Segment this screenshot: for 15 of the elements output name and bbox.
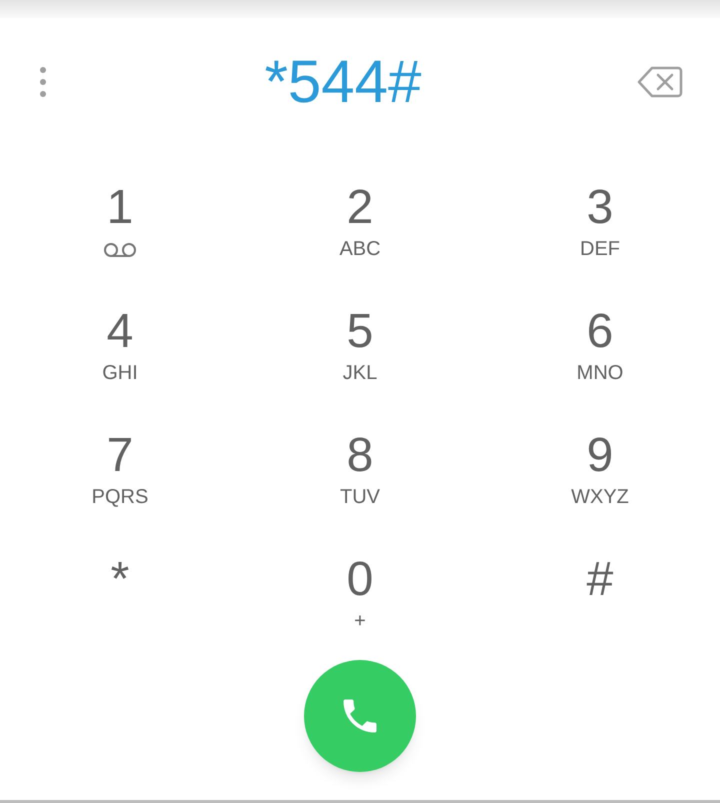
dial-key[interactable]: # (586, 556, 614, 604)
dial-key[interactable]: 1 (102, 184, 138, 258)
dial-key[interactable]: * (110, 556, 130, 604)
voicemail-icon (104, 243, 136, 257)
backspace-icon[interactable] (636, 64, 684, 100)
dial-key[interactable]: 3 DEF (580, 184, 620, 259)
dial-key[interactable]: 0 + (346, 556, 374, 631)
dial-key[interactable]: 7 PQRS (92, 432, 148, 507)
dial-key[interactable]: 8 TUV (340, 432, 380, 507)
dial-key[interactable]: 4 GHI (102, 308, 138, 383)
dial-key[interactable]: 6 MNO (576, 308, 624, 383)
dial-key[interactable]: 5 JKL (342, 308, 378, 383)
dial-key[interactable]: 9 WXYZ (571, 432, 629, 507)
dialed-number: *544# (264, 52, 422, 112)
dial-key[interactable]: 2 ABC (339, 184, 381, 259)
